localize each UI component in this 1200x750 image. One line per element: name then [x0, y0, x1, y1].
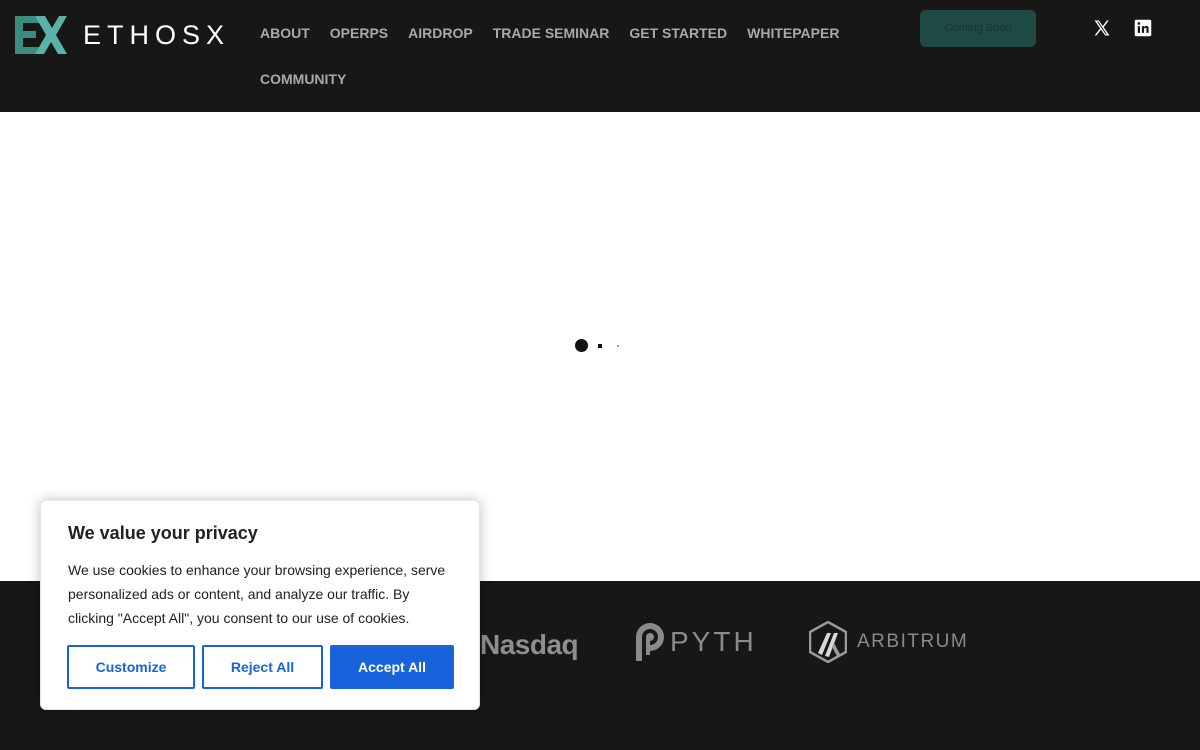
accept-all-button[interactable]: Accept All	[330, 645, 454, 689]
nav-airdrop[interactable]: AIRDROP	[398, 24, 483, 42]
pyth-wordmark: PYTH	[670, 626, 757, 657]
logo-wordmark: ETHOSX	[83, 20, 231, 50]
nav-trade-seminar[interactable]: TRADE SEMINAR	[483, 24, 620, 42]
site-header: ETHOSX ABOUT OPERPS AIRDROP TRADE SEMINA…	[0, 0, 1200, 112]
cookie-consent-banner: We value your privacy We use cookies to …	[40, 500, 480, 710]
pyth-logo: PYTH	[634, 621, 757, 663]
loading-dot-small	[617, 345, 619, 347]
nav-get-started[interactable]: GET STARTED	[619, 24, 737, 42]
cookie-description: We use cookies to enhance your browsing …	[68, 562, 446, 626]
x-twitter-icon	[1094, 20, 1110, 36]
ethosx-logo[interactable]: ETHOSX	[15, 16, 231, 54]
x-twitter-link[interactable]	[1091, 17, 1113, 39]
coming-soon-button[interactable]: Coming Soon	[920, 10, 1036, 47]
loading-dot-medium	[598, 344, 602, 348]
nav-operps[interactable]: OPERPS	[320, 24, 398, 42]
nasdaq-logo: Nasdaq	[480, 629, 579, 660]
linkedin-link[interactable]	[1132, 17, 1154, 39]
ex-logo-mark-icon	[15, 16, 67, 54]
nav-about[interactable]: ABOUT	[250, 24, 320, 42]
loading-indicator	[570, 337, 630, 355]
reject-all-button[interactable]: Reject All	[202, 645, 323, 689]
nav-whitepaper[interactable]: WHITEPAPER	[737, 24, 849, 42]
pyth-mark-icon	[636, 623, 664, 661]
customize-button[interactable]: Customize	[67, 645, 195, 689]
arbitrum-mark-icon	[809, 621, 847, 663]
arbitrum-logo: ARBITRUM	[809, 621, 968, 663]
linkedin-icon	[1134, 19, 1152, 37]
cookie-title: We value your privacy	[68, 523, 258, 543]
nav-community[interactable]: COMMUNITY	[250, 70, 356, 88]
loading-dot-large	[575, 339, 588, 352]
arbitrum-wordmark: ARBITRUM	[857, 631, 969, 652]
